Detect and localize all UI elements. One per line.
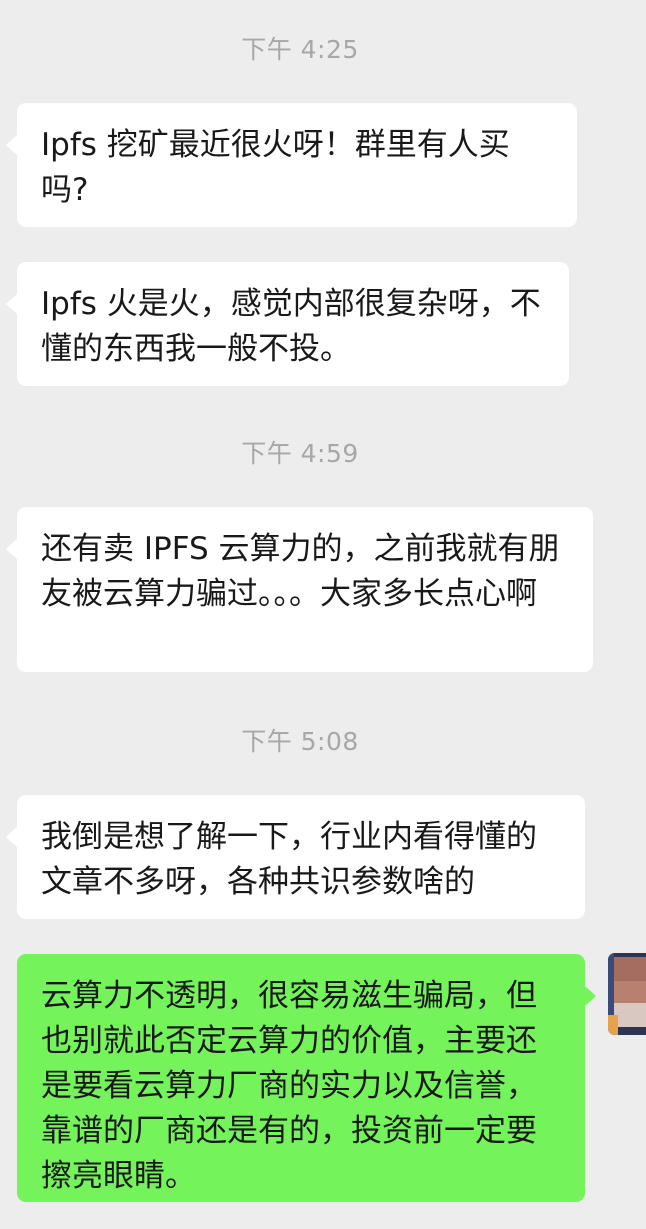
message-text: 还有卖 IPFS 云算力的，之前我就有朋友被云算力骗过。。。大家多长点心啊 [41,531,560,612]
message-bubble-outgoing[interactable]: 云算力不透明，很容易滋生骗局，但也别就此否定云算力的价值，主要还是要看云算力厂商… [17,954,596,1202]
timestamp: 下午 4:25 [241,35,359,64]
timestamp: 下午 4:59 [241,439,359,468]
message-bubble-incoming[interactable]: Ipfs 挖矿最近很火呀！群里有人买吗? [6,103,577,227]
message-bubble-incoming[interactable]: 我倒是想了解一下，行业内看得懂的文章不多呀，各种共识参数啥的 [6,795,585,919]
message-text: 我倒是想了解一下，行业内看得懂的文章不多呀，各种共识参数啥的 [41,819,537,900]
message-bubble-incoming[interactable]: Ipfs 火是火，感觉内部很复杂呀，不懂的东西我一般不投。 [6,262,569,386]
message-bubble-incoming[interactable]: 还有卖 IPFS 云算力的，之前我就有朋友被云算力骗过。。。大家多长点心啊 [6,507,593,672]
message-text: Ipfs 火是火，感觉内部很复杂呀，不懂的东西我一般不投。 [41,286,541,367]
avatar[interactable] [608,953,646,1035]
chat-message-list[interactable]: 下午 4:25 Ipfs 挖矿最近很火呀！群里有人买吗? Ipfs 火是火，感觉… [0,0,646,1229]
message-text: 云算力不透明，很容易滋生骗局，但也别就此否定云算力的价值，主要还是要看云算力厂商… [41,978,537,1194]
message-text: Ipfs 挖矿最近很火呀！群里有人买吗? [41,127,510,208]
timestamp: 下午 5:08 [241,727,359,756]
